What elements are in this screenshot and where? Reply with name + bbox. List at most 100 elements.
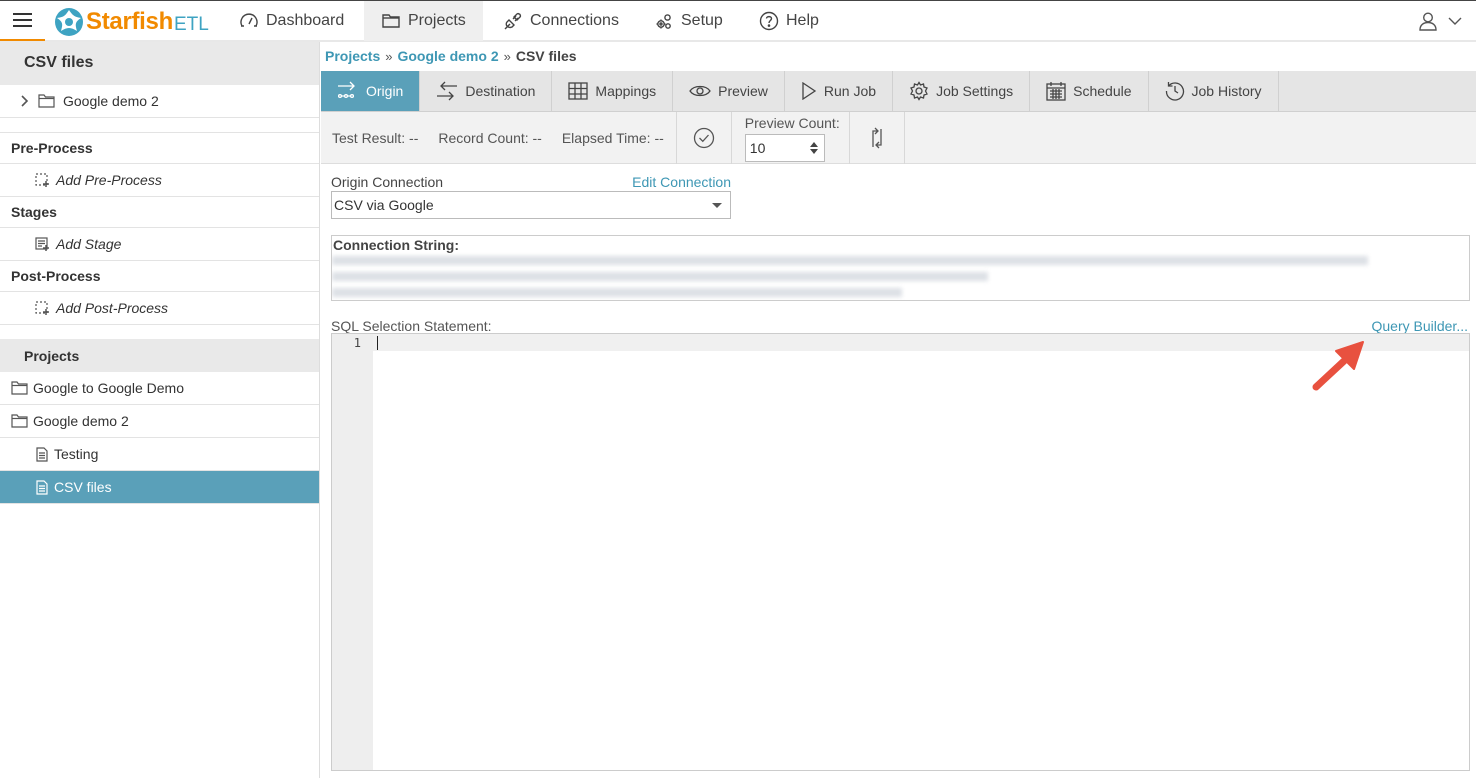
calendar-icon xyxy=(1046,82,1066,101)
tab-schedule[interactable]: Schedule xyxy=(1030,71,1149,111)
nav-dashboard[interactable]: Dashboard xyxy=(222,1,361,41)
document-icon xyxy=(36,446,48,462)
line-number: 1 xyxy=(353,336,361,350)
starfish-logo-icon xyxy=(55,8,83,36)
refresh-preview-button[interactable] xyxy=(848,111,905,164)
job-tabs: Origin Destination Mappings Preview Run … xyxy=(321,71,1476,112)
connection-string-box: Connection String: xyxy=(331,235,1470,301)
origin-connection-label: Origin Connection xyxy=(331,174,444,190)
nav-help-label: Help xyxy=(786,12,819,29)
tab-label: Schedule xyxy=(1073,83,1132,99)
starfish-logo[interactable]: Starfish ETL xyxy=(54,6,209,38)
add-pre-process-button[interactable]: Add Pre-Process xyxy=(0,164,319,197)
folder-icon xyxy=(11,414,28,428)
sidebar: CSV files Google demo 2 Pre-Process Add … xyxy=(0,42,320,778)
test-result: Test Result: -- xyxy=(332,129,419,146)
record-count: Record Count: -- xyxy=(438,129,542,146)
breadcrumb-current: CSV files xyxy=(515,48,577,64)
job-toolbar: Test Result: -- Record Count: -- Elapsed… xyxy=(321,111,1476,164)
add-post-process-button[interactable]: Add Post-Process xyxy=(0,292,319,325)
add-post-process-label: Add Post-Process xyxy=(56,300,169,316)
tab-job-settings[interactable]: Job Settings xyxy=(893,71,1031,111)
job-label: CSV files xyxy=(54,479,112,495)
project-label: Google to Google Demo xyxy=(33,380,184,396)
destination-icon xyxy=(437,81,458,101)
project-google-demo-2[interactable]: Google demo 2 xyxy=(0,405,319,438)
blurred-connection-string xyxy=(332,272,988,281)
eye-icon xyxy=(689,85,711,97)
grid-icon xyxy=(568,82,589,100)
nav-projects[interactable]: Projects xyxy=(364,1,483,41)
project-google-to-google-demo[interactable]: Google to Google Demo xyxy=(0,372,319,405)
nav-connections[interactable]: Connections xyxy=(486,1,636,41)
preview-count-control: Preview Count: 10 xyxy=(730,111,849,164)
tab-destination[interactable]: Destination xyxy=(420,71,553,111)
editor-gutter: 1 xyxy=(332,334,373,770)
add-process-icon xyxy=(35,173,49,187)
plug-icon xyxy=(504,12,522,30)
nav-help[interactable]: Help xyxy=(742,1,836,41)
breadcrumb-separator: » xyxy=(385,48,393,64)
tab-label: Preview xyxy=(718,83,768,99)
tab-mappings[interactable]: Mappings xyxy=(552,71,674,111)
add-stage-icon xyxy=(35,237,49,251)
text-cursor xyxy=(377,336,378,350)
tab-origin[interactable]: Origin xyxy=(321,71,421,111)
preview-count-value: 10 xyxy=(749,139,766,156)
tab-label: Job Settings xyxy=(936,83,1014,99)
add-process-icon xyxy=(35,301,49,315)
origin-connection-select[interactable]: CSV via Google xyxy=(331,191,731,219)
origin-connection-value: CSV via Google xyxy=(334,197,434,213)
gears-icon xyxy=(656,14,671,29)
breadcrumb-projects[interactable]: Projects xyxy=(325,48,380,64)
gauge-icon xyxy=(240,13,258,27)
stages-heading: Stages xyxy=(0,197,319,228)
brand-suffix: ETL xyxy=(173,13,209,35)
play-icon xyxy=(802,82,817,100)
add-stage-button[interactable]: Add Stage xyxy=(0,228,319,261)
tab-job-history[interactable]: Job History xyxy=(1149,71,1279,111)
query-builder-link[interactable]: Query Builder... xyxy=(1372,318,1469,334)
origin-icon xyxy=(337,81,355,99)
sql-editor[interactable]: 1 xyxy=(331,333,1470,771)
post-process-heading: Post-Process xyxy=(0,261,319,292)
blurred-connection-string xyxy=(332,288,902,297)
tree-item-google-demo-2[interactable]: Google demo 2 xyxy=(0,85,319,118)
hamburger-menu-icon[interactable] xyxy=(0,1,45,41)
gear-icon xyxy=(910,81,928,101)
annotation-arrow-icon xyxy=(1312,341,1364,391)
dropdown-caret-icon xyxy=(712,202,722,208)
check-circle-icon xyxy=(693,127,714,148)
preview-count-stepper[interactable]: 10 xyxy=(744,133,825,162)
nav-dashboard-label: Dashboard xyxy=(266,12,345,29)
edit-connection-link[interactable]: Edit Connection xyxy=(632,174,731,190)
project-label: Google demo 2 xyxy=(33,413,129,429)
breadcrumb-project[interactable]: Google demo 2 xyxy=(397,48,498,64)
chevron-right-icon[interactable] xyxy=(20,95,30,107)
tab-label: Origin xyxy=(366,83,404,99)
tab-run-job[interactable]: Run Job xyxy=(785,71,894,111)
stepper-arrows-icon[interactable] xyxy=(809,141,818,154)
user-icon xyxy=(1419,12,1437,31)
chevron-down-icon xyxy=(1448,17,1462,25)
folder-icon xyxy=(11,381,28,395)
tab-label: Mappings xyxy=(595,83,657,99)
job-testing[interactable]: Testing xyxy=(0,438,319,471)
nav-setup-label: Setup xyxy=(681,12,723,29)
pre-process-heading: Pre-Process xyxy=(0,133,319,164)
preview-count-label: Preview Count: xyxy=(744,114,840,131)
sidebar-title: CSV files xyxy=(0,42,319,85)
job-csv-files[interactable]: CSV files xyxy=(0,471,319,504)
projects-heading: Projects xyxy=(0,339,319,372)
brand-name: Starfish xyxy=(86,8,173,35)
tab-preview[interactable]: Preview xyxy=(673,71,785,111)
nav-connections-label: Connections xyxy=(530,12,619,29)
top-navigation-bar: Starfish ETL Dashboard Projects Connecti… xyxy=(0,0,1476,42)
tab-label: Destination xyxy=(465,83,536,99)
test-connection-button[interactable] xyxy=(675,111,731,164)
folder-icon xyxy=(38,94,55,108)
user-menu[interactable] xyxy=(1418,11,1462,31)
add-stage-label: Add Stage xyxy=(56,236,122,252)
nav-setup[interactable]: Setup xyxy=(637,1,740,41)
tab-label: Run Job xyxy=(823,83,877,99)
